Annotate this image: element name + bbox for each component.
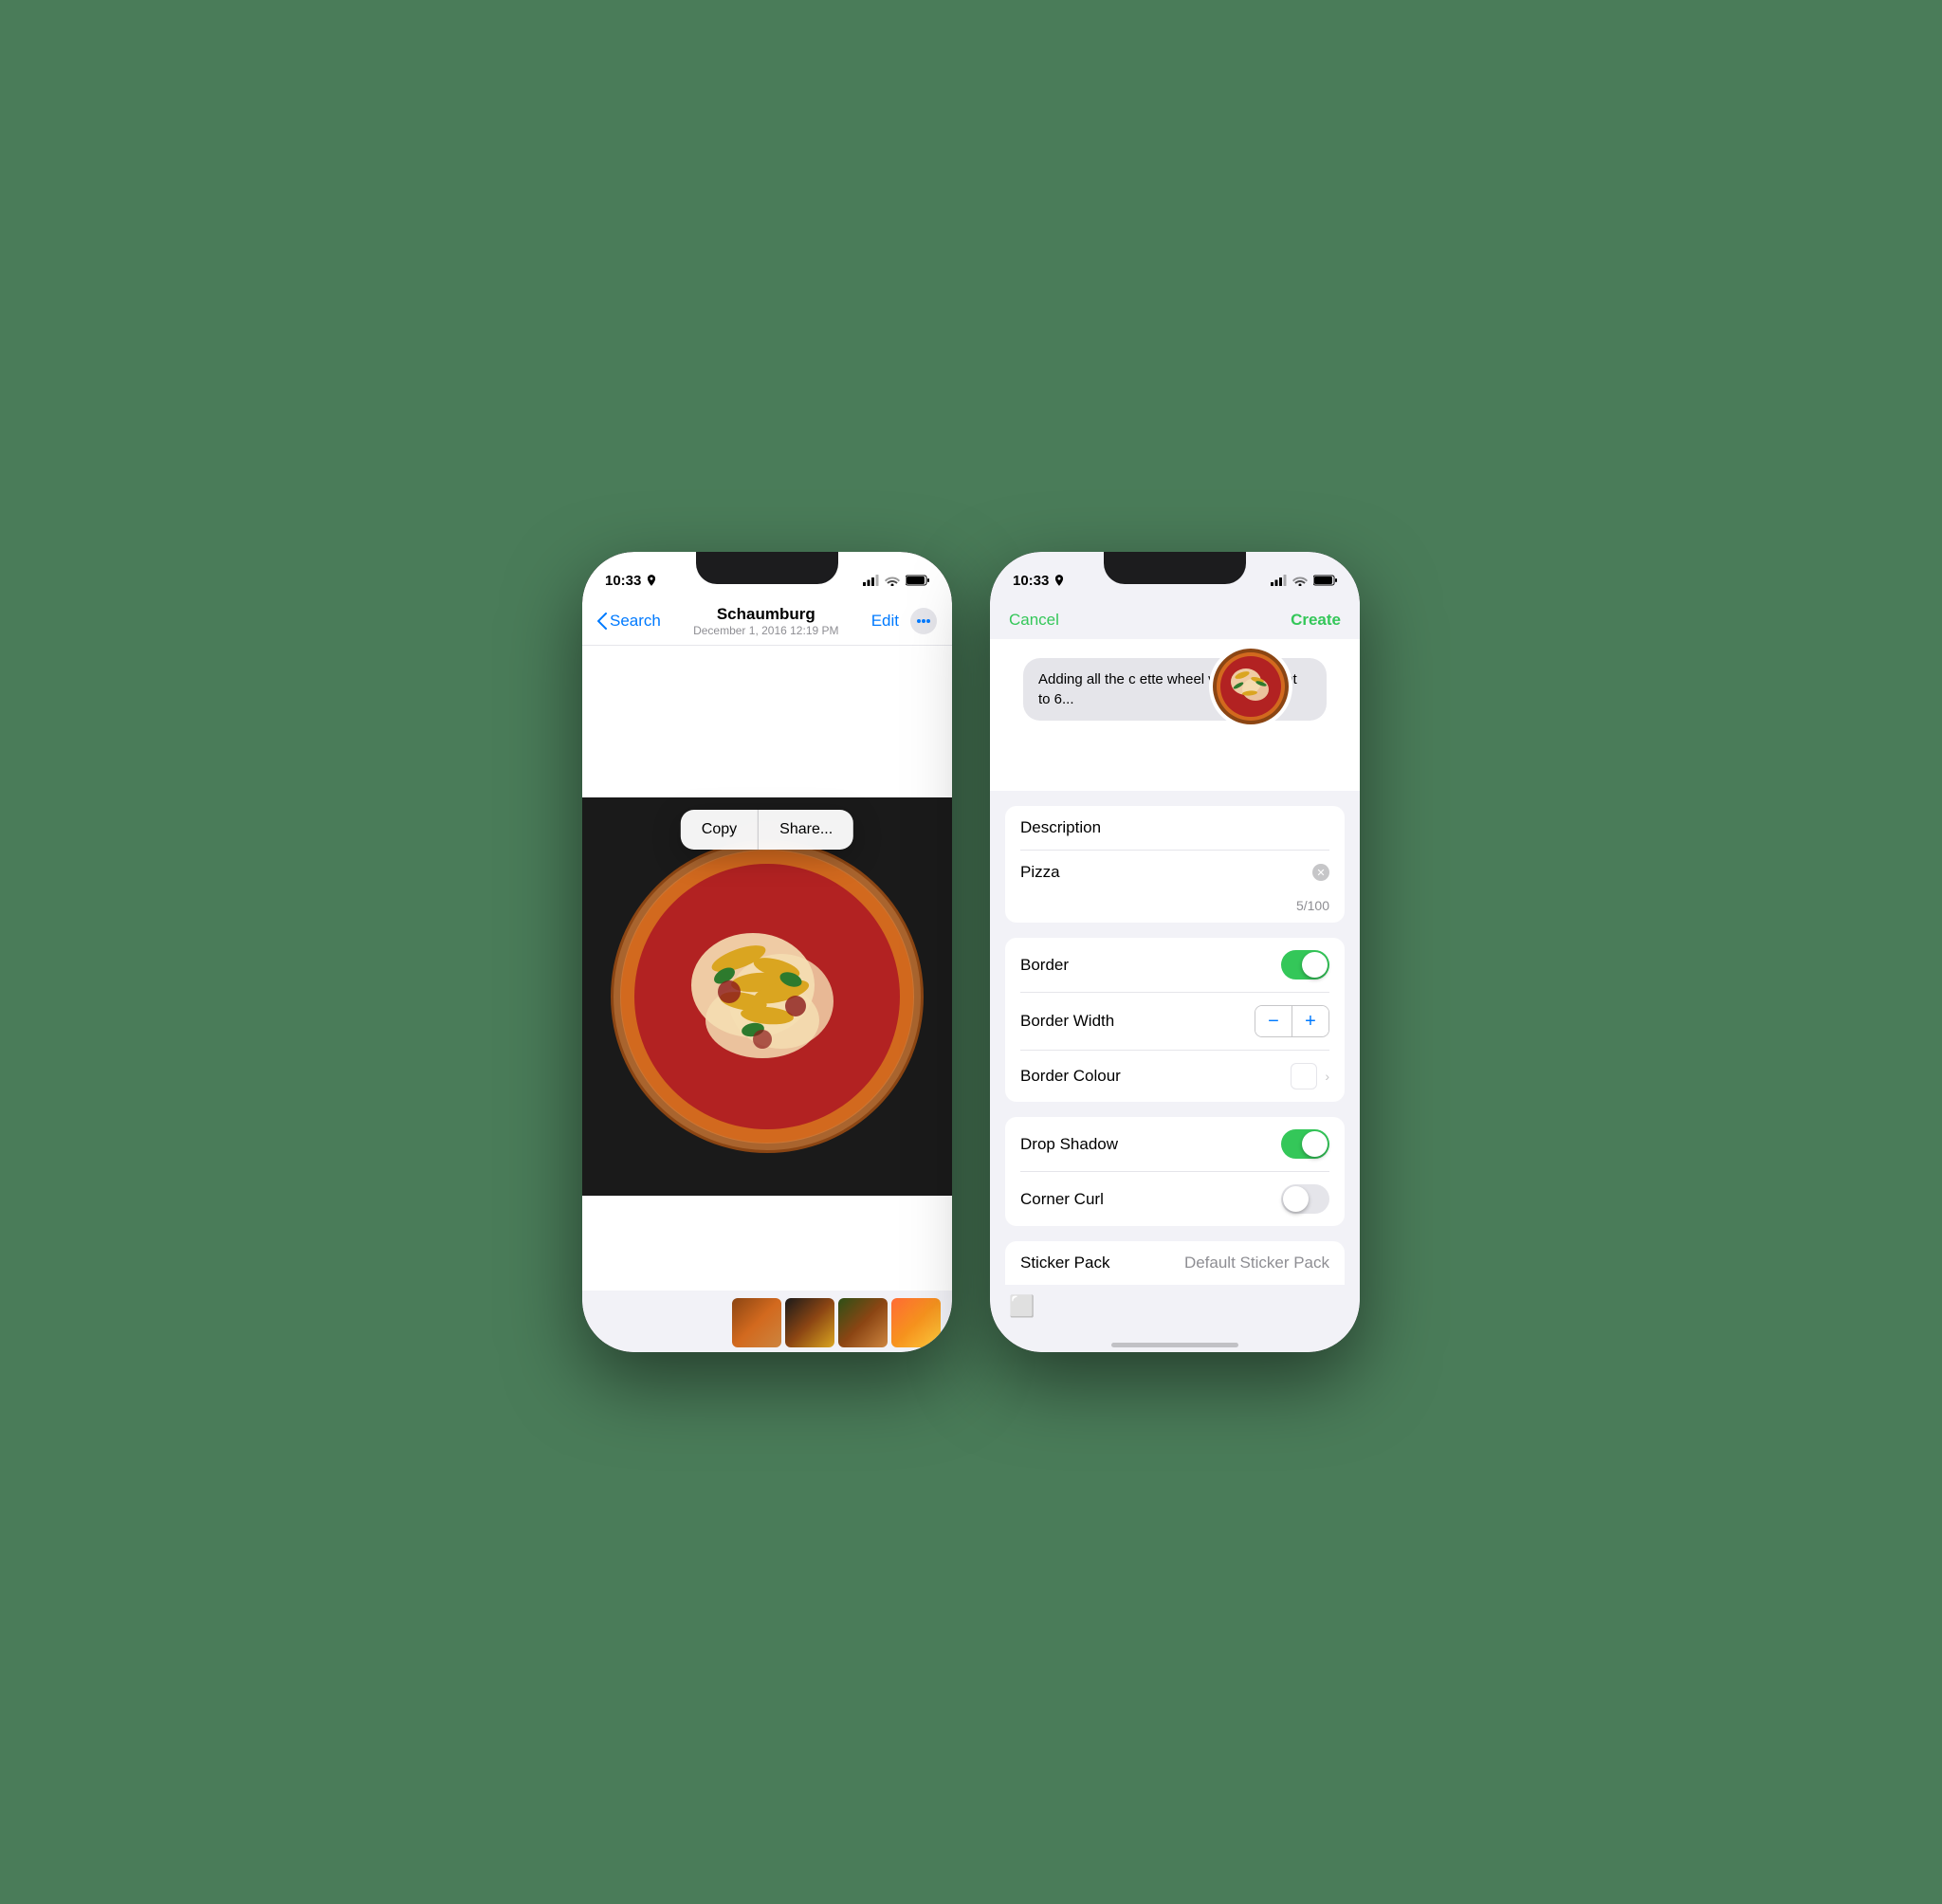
- sticker-pizza-svg: [1208, 644, 1293, 729]
- sheet-nav: Cancel Create: [990, 599, 1360, 639]
- phone-1-screen: 10:33: [582, 552, 952, 1352]
- home-indicator-2: [990, 1328, 1360, 1352]
- border-card: Border Border Width − + Border Colour ›: [1005, 938, 1345, 1102]
- pizza-illustration: [606, 835, 928, 1158]
- wifi-icon-1: [885, 575, 900, 586]
- border-row: Border: [1020, 938, 1329, 993]
- edit-button-1[interactable]: Edit: [871, 612, 899, 631]
- context-menu: Copy Share...: [681, 810, 853, 850]
- sticker-pack-label: Sticker Pack: [1020, 1254, 1109, 1272]
- section-divider-1: [990, 791, 1360, 806]
- ellipsis-icon-1: [917, 619, 930, 623]
- battery-icon-1: [906, 575, 929, 586]
- color-swatch[interactable]: [1291, 1063, 1317, 1089]
- border-toggle[interactable]: [1281, 950, 1329, 979]
- corner-curl-row: Corner Curl: [1020, 1172, 1329, 1226]
- notch-2: [1104, 552, 1246, 584]
- border-width-label: Border Width: [1020, 1012, 1114, 1031]
- sticker-pack-card: Sticker Pack Default Sticker Pack: [1005, 1241, 1345, 1285]
- more-button-1[interactable]: [910, 608, 937, 634]
- copy-menu-item[interactable]: Copy: [681, 810, 758, 850]
- sticker-preview: [1208, 644, 1293, 729]
- notch-1: [696, 552, 838, 584]
- border-colour-row[interactable]: Border Colour ›: [1020, 1051, 1329, 1102]
- status-icons-1: [863, 575, 929, 586]
- share-menu-item[interactable]: Share...: [759, 810, 853, 850]
- time-label-1: 10:33: [605, 573, 641, 589]
- nav-bar-1: Search Schaumburg December 1, 2016 12:19…: [582, 599, 952, 646]
- color-row: ›: [1291, 1063, 1329, 1089]
- drop-shadow-label: Drop Shadow: [1020, 1135, 1118, 1154]
- corner-curl-toggle[interactable]: [1281, 1184, 1329, 1214]
- preview-area: Adding all the c ette wheel will equival…: [990, 639, 1360, 791]
- stepper-minus[interactable]: −: [1255, 1006, 1292, 1036]
- description-label-row: Description: [1020, 806, 1329, 851]
- phone-2-screen: 10:33: [990, 552, 1360, 1352]
- location-icon-1: [645, 574, 658, 587]
- top-white-area: [582, 646, 952, 797]
- nav-title-1: Schaumburg December 1, 2016 12:19 PM: [693, 605, 838, 637]
- bottom-white-area: [582, 1196, 952, 1291]
- toggle-knob-shadow: [1302, 1131, 1328, 1157]
- effects-card: Drop Shadow Corner Curl: [1005, 1117, 1345, 1226]
- thumbnail-strip: [582, 1291, 952, 1352]
- clear-button[interactable]: ✕: [1312, 864, 1329, 881]
- border-width-stepper: − +: [1255, 1005, 1329, 1037]
- status-time-2: 10:33: [1013, 573, 1066, 589]
- sticker-pack-value: Default Sticker Pack: [1184, 1254, 1329, 1272]
- thumbnail-3[interactable]: [838, 1298, 888, 1347]
- pizza-image: [582, 797, 952, 1196]
- description-input-area: ✕: [1020, 863, 1329, 882]
- create-button[interactable]: Create: [1291, 611, 1341, 630]
- home-bar-2: [1111, 1343, 1238, 1347]
- phone-1: 10:33: [582, 552, 952, 1352]
- border-label: Border: [1020, 956, 1069, 975]
- bottom-sticker-icon: ⬜: [1009, 1294, 1035, 1319]
- nav-subtitle-1: December 1, 2016 12:19 PM: [693, 624, 838, 637]
- wifi-icon-2: [1292, 575, 1308, 586]
- chevron-right-icon: ›: [1325, 1069, 1329, 1084]
- stepper-plus[interactable]: +: [1292, 1006, 1328, 1036]
- thumbnail-1[interactable]: [732, 1298, 781, 1347]
- drop-shadow-row: Drop Shadow: [1020, 1117, 1329, 1172]
- drop-shadow-toggle[interactable]: [1281, 1129, 1329, 1159]
- sticker-pack-row[interactable]: Sticker Pack Default Sticker Pack: [1020, 1241, 1329, 1285]
- description-label: Description: [1020, 818, 1101, 837]
- status-icons-2: [1271, 575, 1337, 586]
- thumbnail-4[interactable]: [891, 1298, 941, 1347]
- back-label-1: Search: [610, 612, 661, 631]
- description-input-row[interactable]: ✕: [1020, 851, 1329, 894]
- signal-icon-1: [863, 575, 879, 586]
- toggle-knob-curl: [1283, 1186, 1309, 1212]
- chevron-left-icon-1: [597, 613, 607, 630]
- bottom-area: ⬜: [990, 1285, 1360, 1328]
- toggle-knob-border: [1302, 952, 1328, 978]
- nav-actions-1: Edit: [871, 608, 937, 634]
- cancel-button[interactable]: Cancel: [1009, 611, 1059, 630]
- description-input[interactable]: [1020, 863, 1305, 882]
- location-icon-2: [1053, 574, 1066, 587]
- thumbnail-2[interactable]: [785, 1298, 834, 1347]
- phone-2: 10:33: [990, 552, 1360, 1352]
- char-count: 5/100: [1020, 894, 1329, 923]
- battery-icon-2: [1313, 575, 1337, 586]
- back-button-1[interactable]: Search: [597, 612, 661, 631]
- border-width-row: Border Width − +: [1020, 993, 1329, 1051]
- signal-icon-2: [1271, 575, 1287, 586]
- time-label-2: 10:33: [1013, 573, 1049, 589]
- status-time-1: 10:33: [605, 573, 658, 589]
- description-card: Description ✕ 5/100: [1005, 806, 1345, 923]
- nav-title-main-1: Schaumburg: [693, 605, 838, 624]
- corner-curl-label: Corner Curl: [1020, 1190, 1104, 1209]
- border-colour-label: Border Colour: [1020, 1067, 1121, 1086]
